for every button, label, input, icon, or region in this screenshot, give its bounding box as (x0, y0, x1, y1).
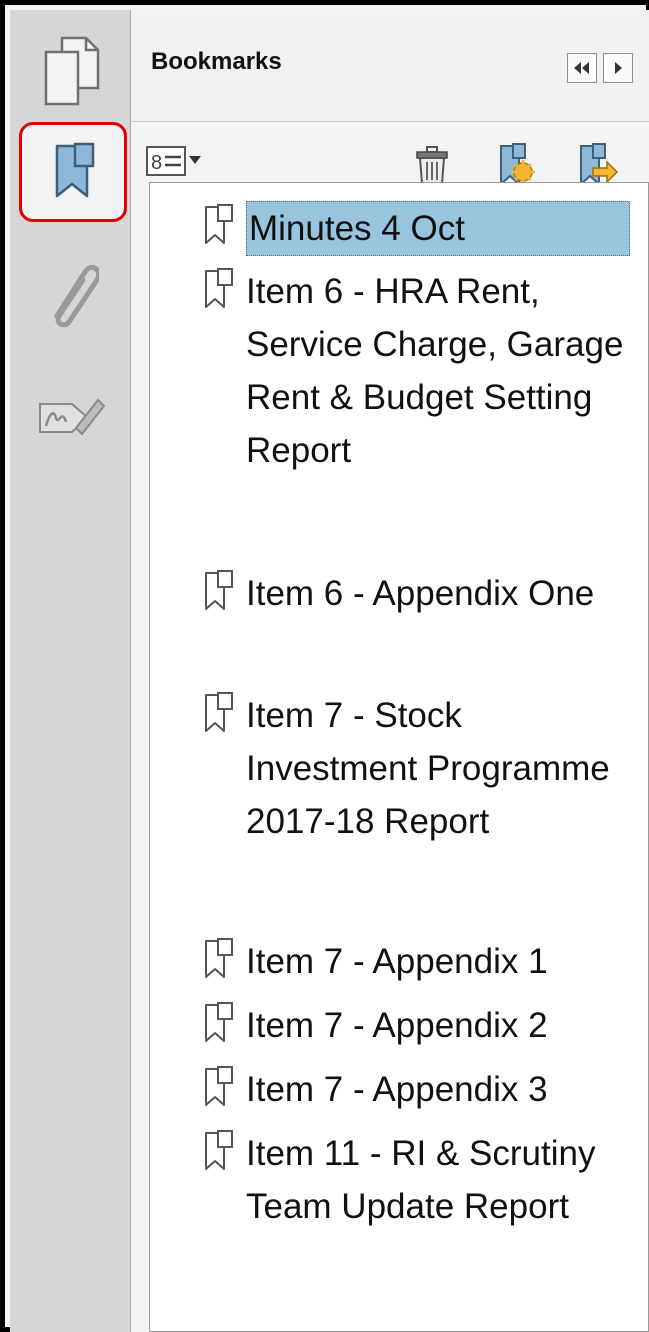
expand-panel-button[interactable] (603, 53, 633, 83)
chevron-right-icon (612, 61, 624, 75)
panel-header: Bookmarks (131, 10, 649, 122)
bookmark-icon (200, 267, 240, 311)
delete-bookmark-button[interactable] (415, 146, 449, 186)
bookmark-icon (200, 691, 240, 735)
attachments-button[interactable] (28, 250, 114, 336)
bookmarks-panel: Bookmarks 8 Minutes 4 Oct Item 6 - HRA R… (131, 10, 649, 1332)
bookmark-item[interactable]: Item 7 - Stock Investment Programme 2017… (200, 689, 632, 848)
bookmark-item[interactable]: Item 6 - HRA Rent, Service Charge, Garag… (200, 265, 632, 477)
bookmark-item[interactable]: Item 6 - Appendix One (200, 567, 632, 620)
bookmarks-button[interactable] (19, 122, 127, 222)
pages-icon (42, 36, 100, 106)
bookmark-label: Item 6 - HRA Rent, Service Charge, Garag… (246, 272, 624, 470)
bookmark-tree: Minutes 4 Oct Item 6 - HRA Rent, Service… (149, 182, 649, 1332)
navigation-pane: Bookmarks 8 Minutes 4 Oct Item 6 - HRA R… (0, 0, 649, 1332)
bookmark-label: Item 7 - Appendix 2 (246, 1006, 548, 1045)
bookmark-label: Item 6 - Appendix One (246, 574, 595, 613)
bookmark-item[interactable]: Item 7 - Appendix 1 (200, 935, 632, 988)
bookmark-item[interactable]: Item 11 - RI & Scrutiny Team Update Repo… (200, 1127, 632, 1233)
left-icon-rail (10, 10, 131, 1332)
signature-icon (36, 392, 106, 442)
bookmark-icon (200, 1001, 240, 1045)
pages-button[interactable] (28, 28, 114, 114)
bookmark-icon (200, 1065, 240, 1109)
svg-text:8: 8 (151, 152, 162, 174)
bookmark-icon (200, 937, 240, 981)
options-menu-icon: 8 (145, 144, 207, 178)
bookmark-label: Item 7 - Stock Investment Programme 2017… (246, 696, 610, 841)
double-chevron-left-icon (572, 61, 592, 75)
signatures-button[interactable] (28, 374, 114, 460)
options-menu-button[interactable]: 8 (145, 144, 207, 178)
bookmarks-toolbar: 8 (131, 122, 649, 187)
paperclip-icon (43, 258, 99, 328)
bookmark-item[interactable]: Item 7 - Appendix 3 (200, 1063, 632, 1116)
bookmark-icon (200, 1129, 240, 1173)
bookmark-icon (47, 140, 99, 204)
bookmark-label: Item 7 - Appendix 3 (246, 1070, 548, 1109)
bookmark-item[interactable]: Minutes 4 Oct (200, 201, 630, 256)
bookmark-label: Item 11 - RI & Scrutiny Team Update Repo… (246, 1134, 596, 1226)
bookmark-icon (200, 203, 240, 247)
panel-title: Bookmarks (151, 48, 282, 75)
trash-icon (415, 146, 449, 186)
bookmark-label: Item 7 - Appendix 1 (246, 942, 548, 981)
collapse-panel-button[interactable] (567, 53, 597, 83)
bookmark-item[interactable]: Item 7 - Appendix 2 (200, 999, 632, 1052)
bookmark-label: Minutes 4 Oct (246, 201, 630, 256)
bookmark-icon (200, 569, 240, 613)
